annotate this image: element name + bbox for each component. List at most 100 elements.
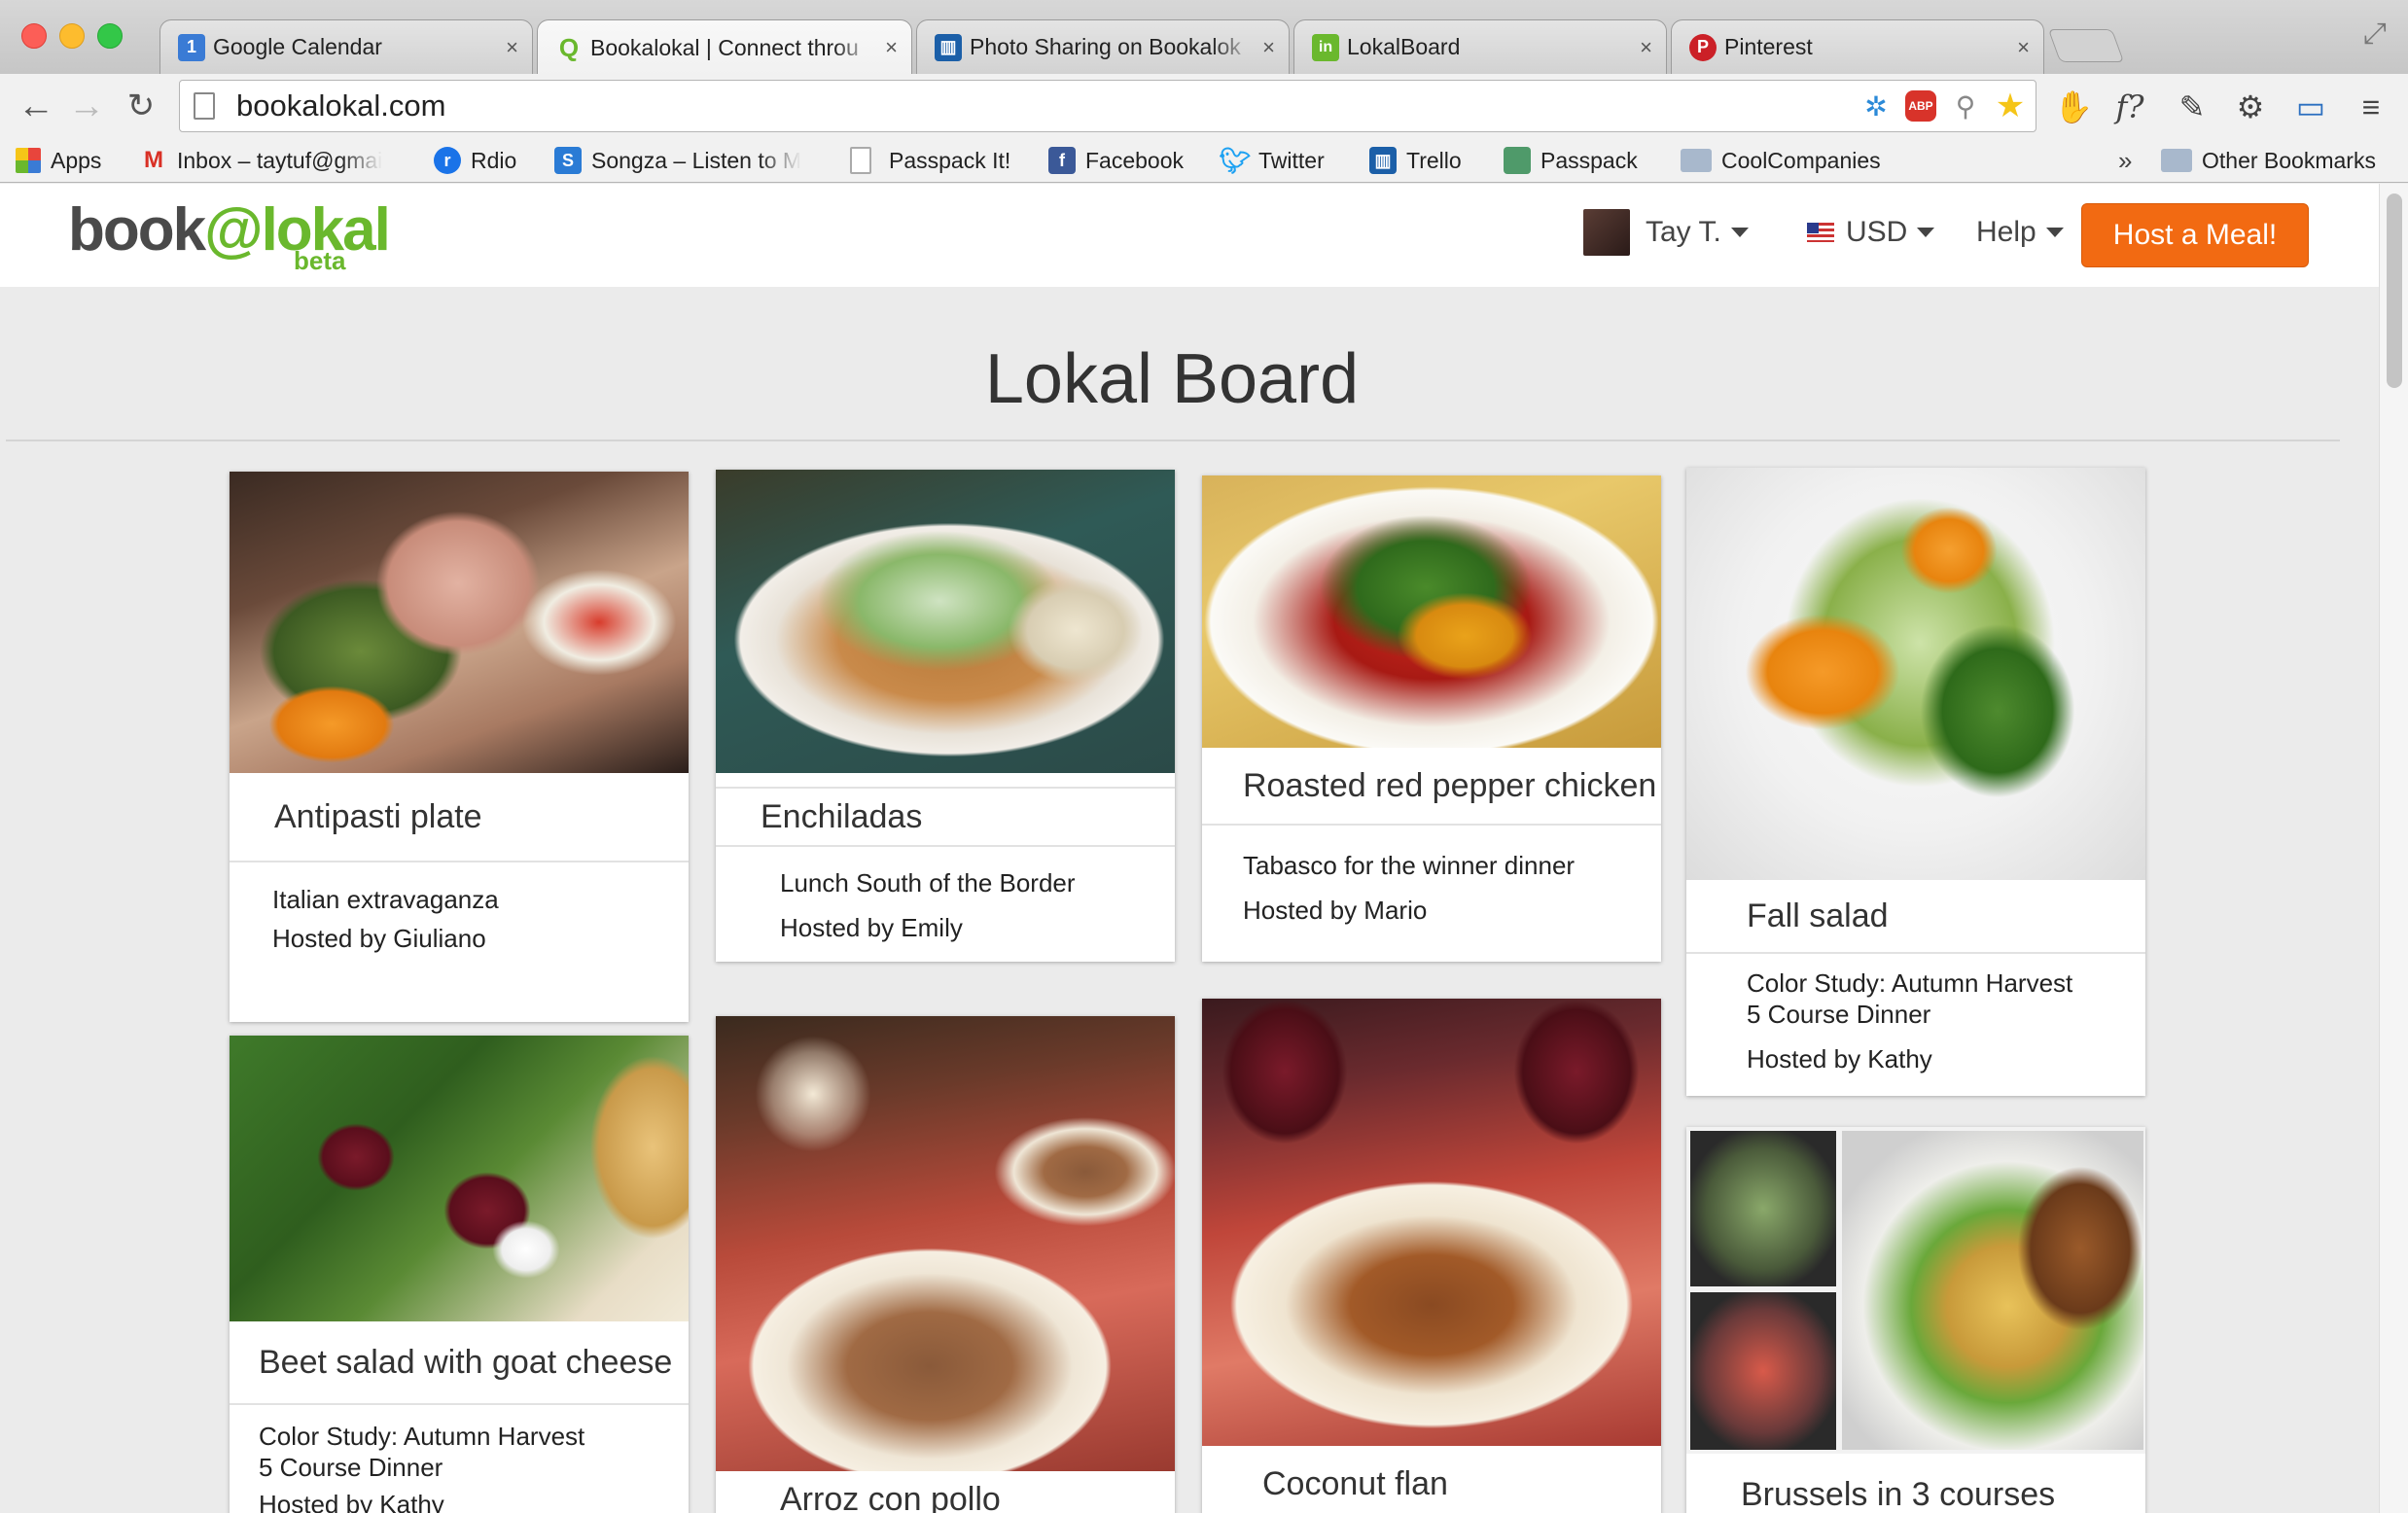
page-title: Lokal Board	[984, 340, 1360, 418]
menu-icon[interactable]: ≡	[2350, 86, 2392, 128]
page-scrollbar[interactable]	[2379, 184, 2408, 1513]
bookmark-coolcompanies[interactable]: CoolCompanies	[1681, 144, 1881, 177]
card-subtitle: Color Study: Autumn Harvest	[259, 1422, 585, 1451]
back-arrow-icon[interactable]: ←	[14, 84, 58, 128]
currency-selector[interactable]: USD	[1807, 209, 1935, 256]
bookalokal-logo[interactable]: book@lokal beta	[68, 195, 391, 275]
tab-photo-sharing[interactable]: ▥ Photo Sharing on Bookalok ×	[916, 19, 1290, 74]
bookmarks-bar: Apps M Inbox – taytuf@gmai r Rdio S Song…	[0, 138, 2408, 183]
food-photo	[716, 1016, 1175, 1471]
calendar-icon: 1	[178, 33, 205, 61]
card-brussels-in-3-courses[interactable]: Brussels in 3 courses	[1686, 1127, 2145, 1513]
reload-icon[interactable]: ↻	[119, 84, 163, 128]
evernote-icon[interactable]: ✋	[2052, 86, 2095, 128]
card-roasted-red-pepper-chicken[interactable]: Roasted red pepper chicken Tabasco for t…	[1202, 475, 1661, 962]
bookmark-songza[interactable]: S Songza – Listen to M	[554, 144, 821, 177]
bookmark-star-icon[interactable]: ★	[1991, 87, 2030, 125]
card-host: Hosted by Giuliano	[272, 924, 486, 953]
bookmark-other-bookmarks[interactable]: Other Bookmarks	[2161, 144, 2376, 177]
card-subtitle: Lunch South of the Border	[780, 868, 1076, 897]
screen-capture-icon[interactable]: ▭	[2289, 86, 2332, 128]
card-enchiladas[interactable]: Enchiladas Lunch South of the Border Hos…	[716, 470, 1175, 962]
user-menu[interactable]: Tay T.	[1583, 209, 1749, 256]
gmail-icon: M	[144, 147, 163, 173]
bookmark-gmail[interactable]: M Inbox – taytuf@gmai	[140, 144, 405, 177]
help-label: Help	[1976, 216, 2036, 248]
zoom-icon[interactable]: ⚲	[1946, 87, 1985, 125]
tab-bookalokal[interactable]: Q Bookalokal | Connect throu ×	[537, 19, 912, 75]
card-antipasti-plate[interactable]: Antipasti plate Italian extravaganza Hos…	[230, 472, 689, 1022]
bookmark-passpack[interactable]: Passpack	[1504, 144, 1638, 177]
card-subtitle: 5 Course Dinner	[259, 1453, 443, 1482]
chevron-down-icon	[2045, 228, 2064, 237]
bookmark-rdio[interactable]: r Rdio	[434, 144, 516, 177]
close-icon[interactable]: ×	[506, 35, 518, 60]
page-viewport: book@lokal beta Tay T. USD Help Host a M…	[0, 184, 2408, 1513]
card-body: Color Study: Autumn Harvest 5 Course Din…	[230, 1405, 689, 1513]
food-photo	[1202, 475, 1661, 748]
card-body: Color Study: Autumn Harvest 5 Course Din…	[1686, 954, 2145, 1074]
tab-lokalboard[interactable]: in LokalBoard ×	[1293, 19, 1667, 74]
trello-icon: ▥	[1369, 147, 1397, 174]
close-icon[interactable]: ×	[885, 35, 898, 60]
fullscreen-icon[interactable]: ⤢	[2363, 18, 2387, 51]
bookmark-apps[interactable]: Apps	[16, 144, 101, 177]
bookmark-facebook[interactable]: f Facebook	[1048, 144, 1184, 177]
zoom-window-button[interactable]	[97, 23, 123, 49]
forward-arrow-icon[interactable]: →	[64, 84, 109, 128]
address-bar[interactable]: bookalokal.com ✲ ABP ⚲ ★	[179, 80, 2036, 132]
card-subtitle: Tabasco for the winner dinner	[1243, 851, 1576, 880]
bookmarks-overflow-chevron[interactable]: »	[2118, 144, 2132, 177]
tab-title: Bookalokal | Connect throu	[590, 34, 859, 60]
card-fall-salad[interactable]: Fall salad Color Study: Autumn Harvest 5…	[1686, 468, 2145, 1096]
card-title: Brussels in 3 courses	[1741, 1475, 2056, 1513]
apps-grid-icon	[16, 148, 41, 173]
url-text: bookalokal.com	[236, 88, 446, 123]
card-host: Hosted by Kathy	[259, 1490, 444, 1513]
help-menu[interactable]: Help	[1976, 209, 2064, 256]
browser-toolbar: ← → ↻ bookalokal.com ✲ ABP ⚲ ★ ✋ f? ✎ ⚙ …	[0, 74, 2408, 138]
host-a-meal-button[interactable]: Host a Meal!	[2081, 203, 2309, 267]
food-photo	[1202, 999, 1661, 1446]
chevron-down-icon	[1730, 228, 1749, 237]
card-title: Roasted red pepper chicken	[1202, 748, 1661, 826]
logo-badge: beta	[294, 246, 346, 275]
card-body: Lunch South of the Border Hosted by Emil…	[716, 847, 1175, 950]
bookmark-passpack-it[interactable]: Passpack It!	[850, 144, 1010, 177]
us-flag-icon	[1807, 223, 1834, 242]
whatfont-icon[interactable]: f?	[2108, 86, 2151, 128]
new-tab-button[interactable]	[2047, 29, 2125, 62]
adblock-icon[interactable]: ABP	[1901, 87, 1940, 125]
food-photo	[230, 472, 689, 773]
site-header: book@lokal beta Tay T. USD Help Host a M…	[0, 184, 2408, 287]
card-arroz-con-pollo[interactable]: Arroz con pollo	[716, 1016, 1175, 1513]
card-body: Italian extravaganza Hosted by Giuliano	[230, 862, 689, 958]
close-icon[interactable]: ×	[1262, 35, 1275, 60]
scrollbar-thumb[interactable]	[2387, 194, 2402, 388]
avatar	[1583, 209, 1630, 256]
browser-tab-strip: 1 Google Calendar × Q Bookalokal | Conne…	[0, 0, 2408, 75]
card-coconut-flan[interactable]: Coconut flan	[1202, 999, 1661, 1513]
bookmark-twitter[interactable]: 🐦︎ Twitter	[1219, 144, 1325, 177]
card-title: Beet salad with goat cheese	[230, 1321, 689, 1405]
food-photo	[1686, 468, 2145, 880]
eyedropper-icon[interactable]: ✎	[2171, 86, 2213, 128]
close-icon[interactable]: ×	[2017, 35, 2030, 60]
card-title: Fall salad	[1686, 880, 2145, 954]
card-beet-salad[interactable]: Beet salad with goat cheese Color Study:…	[230, 1036, 689, 1513]
tab-title: Google Calendar	[213, 34, 382, 59]
tab-pinterest[interactable]: P Pinterest ×	[1671, 19, 2044, 74]
tab-google-calendar[interactable]: 1 Google Calendar ×	[159, 19, 533, 74]
card-body: Tabasco for the winner dinner Hosted by …	[1202, 826, 1661, 932]
close-icon[interactable]: ×	[1640, 35, 1652, 60]
folder-icon	[1681, 149, 1712, 172]
gear-icon[interactable]: ⚙	[2229, 86, 2272, 128]
network-extension-icon[interactable]: ✲	[1857, 87, 1895, 125]
close-window-button[interactable]	[21, 23, 47, 49]
bookmark-trello[interactable]: ▥ Trello	[1369, 144, 1462, 177]
card-subtitle: Italian extravaganza	[272, 885, 499, 914]
tab-title: Pinterest	[1724, 34, 1813, 59]
lokalboard-icon: in	[1312, 33, 1339, 61]
twitter-icon: 🐦︎	[1219, 145, 1252, 175]
minimize-window-button[interactable]	[59, 23, 85, 49]
